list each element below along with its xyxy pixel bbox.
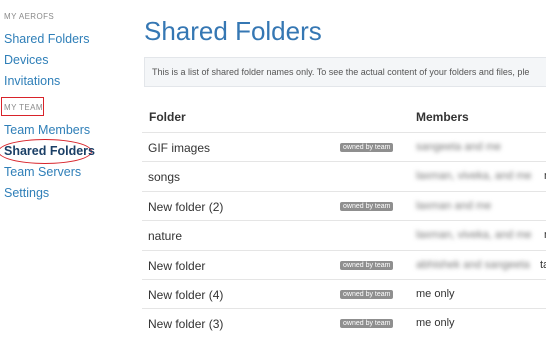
folder-name[interactable]: New folder [148,259,205,273]
table-row[interactable]: New folder owned by team abhishek and sang… [142,249,546,279]
table-row[interactable]: New folder (3) owned by team me only [142,308,546,337]
info-banner: This is a list of shared folder names on… [144,57,546,87]
table-row[interactable]: New folder (4) owned by team me only [142,279,546,308]
sidebar-item-invitations[interactable]: Invitations [4,74,60,88]
sidebar-item-devices[interactable]: Devices [4,53,48,67]
table-row[interactable]: songslaxman, viveka, and meme [142,161,546,190]
section-label-my-team: MY TEAM [4,103,43,112]
members-list: laxman, viveka, and me [416,229,532,242]
owned-by-team-badge: owned by team [340,290,394,299]
members-tail: ta [540,258,546,271]
column-header-members: Members [416,110,469,124]
sidebar-item-team-shared-folders[interactable]: Shared Folders [4,144,95,158]
folder-name[interactable]: nature [148,229,182,243]
owned-by-team-badge: owned by team [340,201,394,211]
folder-name[interactable]: New folder (3) [148,317,223,331]
folder-name[interactable]: songs [148,170,180,184]
members-list: sangeeta and me [416,141,502,153]
owned-by-team-badge: owned by team [340,319,394,329]
section-label-my-aerofs: MY AEROFS [4,12,55,21]
sidebar-item-team-servers[interactable]: Team Servers [4,165,81,179]
page-title: Shared Folders [144,16,322,46]
sidebar-item-team-members[interactable]: Team Members [4,123,90,137]
sidebar-item-settings[interactable]: Settings [4,186,49,200]
sidebar: MY AEROFS Shared Folders Devices Invitat… [0,0,124,340]
table-row[interactable]: GIF images owned by team sangeeta and me [142,132,546,161]
column-header-folder: Folder [149,110,186,124]
members-list: me only [416,288,455,300]
owned-by-team-badge: owned by team [340,143,394,152]
members-list: laxman and me [416,199,492,212]
folder-name[interactable]: New folder (2) [148,200,223,214]
owned-by-team-badge: owned by team [340,260,394,270]
main-content: Shared Folders This is a list of shared … [124,0,546,340]
table-row[interactable]: naturelaxman, viveka, and meme [142,220,546,249]
sidebar-item-shared-folders[interactable]: Shared Folders [4,32,89,46]
members-list: abhishek and sangeeta [416,258,530,271]
table-row[interactable]: New folder (2) owned by team laxman and me [142,190,546,220]
folder-name[interactable]: New folder (4) [148,288,223,302]
members-list: me only [416,317,455,330]
folder-name[interactable]: GIF images [148,141,210,155]
members-list: laxman, viveka, and me [416,170,532,183]
